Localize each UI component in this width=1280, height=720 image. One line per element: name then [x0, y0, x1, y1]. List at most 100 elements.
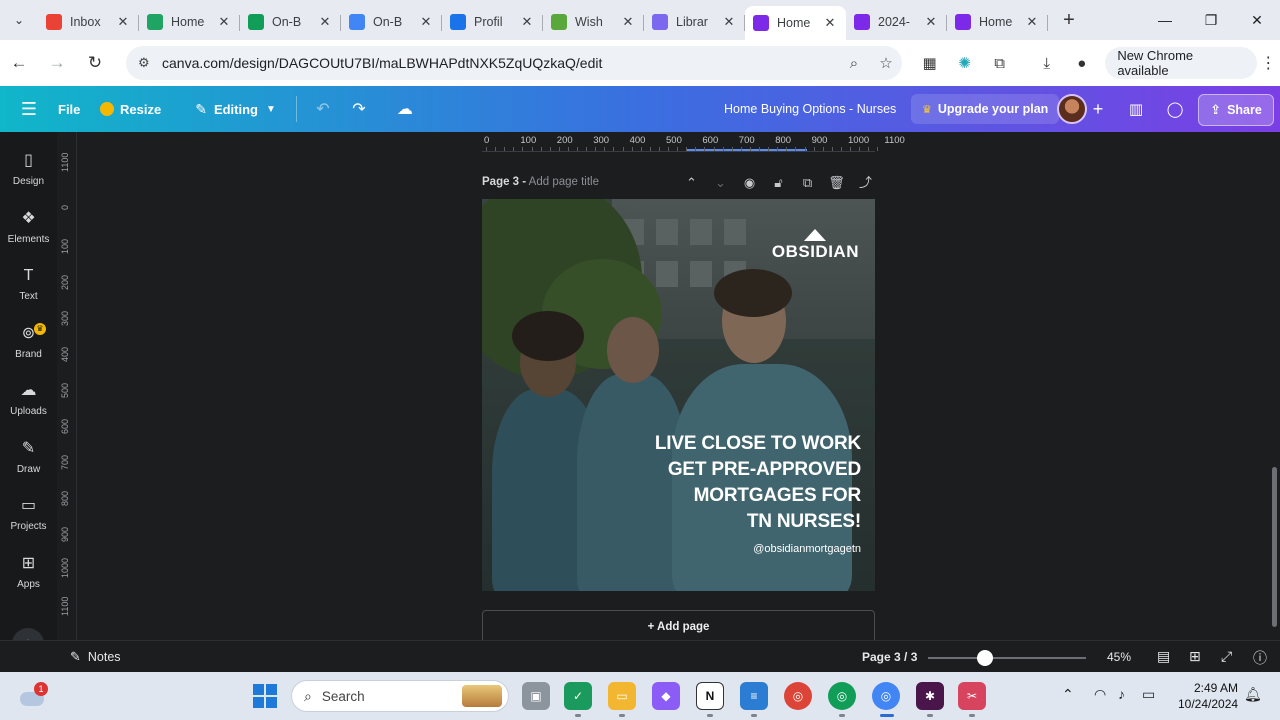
move-page-down-icon[interactable]: ⌄	[706, 172, 735, 194]
profile-avatar-icon[interactable]: ●	[1064, 40, 1099, 86]
wifi-icon[interactable]: ◠	[1094, 686, 1106, 703]
social-handle-text[interactable]: @obsidianmortgagetn	[753, 543, 861, 555]
tab-close-icon[interactable]: ✕	[519, 14, 535, 30]
snipping-tool-icon[interactable]: ✂	[958, 682, 986, 710]
share-button[interactable]: ⇪ Share	[1198, 94, 1274, 126]
obsidian-logo[interactable]: OBSIDIAN	[772, 229, 859, 262]
editing-mode-dropdown[interactable]: ✎ Editing ▼	[195, 86, 276, 132]
taskbar-clock[interactable]: 2:49 AM 10/24/2024	[1178, 680, 1238, 712]
browser-tab[interactable]: Home ✕	[947, 6, 1048, 38]
sidebar-item-draw[interactable]: ✎ Draw	[0, 438, 57, 494]
slack-icon[interactable]: ✱	[916, 682, 944, 710]
copilot-icon[interactable]: ◆	[652, 682, 680, 710]
tab-search-chevron-icon[interactable]: ⌄	[0, 0, 38, 40]
fullscreen-icon[interactable]: ⤢	[1221, 648, 1232, 665]
site-info-icon[interactable]: ⚙	[138, 55, 158, 71]
new-chrome-available-button[interactable]: New Chrome available	[1105, 47, 1257, 79]
sidebar-item-uploads[interactable]: ☁ Uploads	[0, 380, 57, 436]
page-title-placeholder[interactable]: Add page title	[529, 176, 599, 188]
thumbnail-grid-icon[interactable]: ⊞	[1189, 648, 1201, 665]
bookmark-star-icon[interactable]: ☆	[870, 54, 902, 72]
battery-icon[interactable]: ▭	[1142, 686, 1155, 703]
omnibox[interactable]: ⚙ canva.com/design/DAGCOUtU7BI/maLBWHAPd…	[126, 46, 902, 80]
tab-close-icon[interactable]: ✕	[418, 14, 434, 30]
grid-view-icon[interactable]: ▤	[1157, 648, 1170, 665]
main-menu-hamburger-icon[interactable]: ☰	[0, 86, 58, 132]
tab-close-icon[interactable]: ✕	[317, 14, 333, 30]
page-label[interactable]: Page 3 - Add page title	[482, 176, 599, 188]
undo-icon[interactable]: ↶	[305, 86, 341, 132]
tab-close-icon[interactable]: ✕	[115, 14, 131, 30]
forward-arrow-icon[interactable]: →	[38, 40, 76, 86]
chrome-icon[interactable]: ◎	[784, 682, 812, 710]
help-icon[interactable]: ⓘ	[1253, 648, 1267, 668]
upgrade-plan-button[interactable]: ♛ Upgrade your plan	[911, 94, 1060, 124]
back-arrow-icon[interactable]: ←	[0, 40, 38, 86]
tab-close-icon[interactable]: ✕	[216, 14, 232, 30]
add-page-icon[interactable]: ⤴	[851, 172, 880, 194]
redo-icon[interactable]: ↷	[341, 86, 377, 132]
zoom-magnifier-icon[interactable]: ⌕	[838, 55, 870, 72]
hide-page-eye-icon[interactable]: ◉	[735, 172, 764, 194]
minimize-icon[interactable]: —	[1142, 0, 1188, 40]
sidebar-item-apps[interactable]: ⊞ Apps	[0, 553, 57, 609]
taskbar-search-box[interactable]: ⌕ Search	[291, 680, 509, 712]
task-view-icon[interactable]: ▣	[522, 682, 550, 710]
add-collaborator-plus-icon[interactable]: +	[1086, 86, 1110, 132]
notion-icon[interactable]: N	[696, 682, 724, 710]
sidebar-item-brand[interactable]: ⊚ Brand ♛	[0, 322, 57, 379]
comment-bubble-icon[interactable]: ◯	[1157, 86, 1193, 132]
browser-tab[interactable]: Inbox ✕	[38, 6, 139, 38]
browser-tab[interactable]: Home ✕	[139, 6, 240, 38]
duplicate-page-icon[interactable]: ⧉	[793, 172, 822, 194]
browser-tab[interactable]: Profil ✕	[442, 6, 543, 38]
browser-tab[interactable]: On-B ✕	[341, 6, 442, 38]
chrome-menu-kebab-icon[interactable]: ⋮	[1257, 53, 1280, 73]
resize-button[interactable]: Resize	[100, 86, 161, 132]
collaborator-avatar[interactable]	[1057, 94, 1087, 124]
chrome-profile-icon[interactable]: ◎	[828, 682, 856, 710]
headline-text[interactable]: LIVE CLOSE TO WORK GET PRE-APPROVED MORTGA…	[655, 431, 861, 535]
zoom-slider-track[interactable]	[928, 657, 1086, 659]
zoom-percentage[interactable]: 45%	[1107, 650, 1131, 664]
close-window-icon[interactable]: ✕	[1234, 0, 1280, 40]
speaker-icon[interactable]: ♪	[1118, 686, 1125, 702]
tab-close-icon[interactable]: ✕	[822, 15, 838, 31]
insights-chart-icon[interactable]: ▥	[1118, 86, 1154, 132]
reload-icon[interactable]: ↻	[76, 40, 114, 86]
download-icon[interactable]: ⤓	[1029, 40, 1064, 86]
extension-puzzle-gray-icon[interactable]: ▦	[912, 40, 947, 86]
delete-page-trash-icon[interactable]: 🗑︎	[822, 172, 851, 194]
canvas-workspace[interactable]: 1100 0 100 200 300 400 500 600 700 800 900 1000 1100…	[57, 132, 1280, 640]
move-page-up-icon[interactable]: ⌃	[677, 172, 706, 194]
notes-button[interactable]: ✎ Notes	[70, 649, 121, 665]
browser-tab[interactable]: 2024- ✕	[846, 6, 947, 38]
windows-start-icon[interactable]	[253, 684, 277, 708]
browser-tab[interactable]: Home ✕	[745, 6, 846, 40]
browser-tab[interactable]: On-B ✕	[240, 6, 341, 38]
sidebar-item-projects[interactable]: ▭ Projects	[0, 495, 57, 551]
tray-chevron-up-icon[interactable]: ⌃	[1062, 686, 1074, 703]
ticktick-app-icon[interactable]: ✓	[564, 682, 592, 710]
file-explorer-icon[interactable]: ▭	[608, 682, 636, 710]
lock-page-icon[interactable]: 🔓︎	[764, 172, 793, 194]
chrome-active-icon[interactable]: ◎	[872, 682, 900, 710]
page-indicator[interactable]: Page 3 / 3	[862, 650, 917, 664]
add-page-button[interactable]: + Add page	[482, 610, 875, 640]
extensions-puzzle-icon[interactable]: ⧉	[982, 40, 1017, 86]
sidebar-item-text[interactable]: T Text	[0, 265, 57, 321]
weather-widget[interactable]: 1	[18, 682, 48, 710]
tab-close-icon[interactable]: ✕	[1024, 14, 1040, 30]
extension-perplexity-icon[interactable]: ✺	[947, 40, 982, 86]
tab-close-icon[interactable]: ✕	[923, 14, 939, 30]
tab-close-icon[interactable]: ✕	[620, 14, 636, 30]
design-title[interactable]: Home Buying Options - Nurses	[724, 86, 896, 132]
vertical-scrollbar[interactable]	[1272, 467, 1277, 627]
url-text[interactable]: canva.com/design/DAGCOUtU7BI/maLBWHAPdtN…	[162, 55, 838, 71]
restore-icon[interactable]: ❐	[1188, 0, 1234, 40]
notepad-icon[interactable]: ≡	[740, 682, 768, 710]
browser-tab[interactable]: Librar ✕	[644, 6, 745, 38]
browser-tab[interactable]: Wish ✕	[543, 6, 644, 38]
cloud-saved-icon[interactable]: ☁	[385, 86, 425, 132]
sidebar-item-design[interactable]: ▯ Design	[0, 150, 57, 206]
